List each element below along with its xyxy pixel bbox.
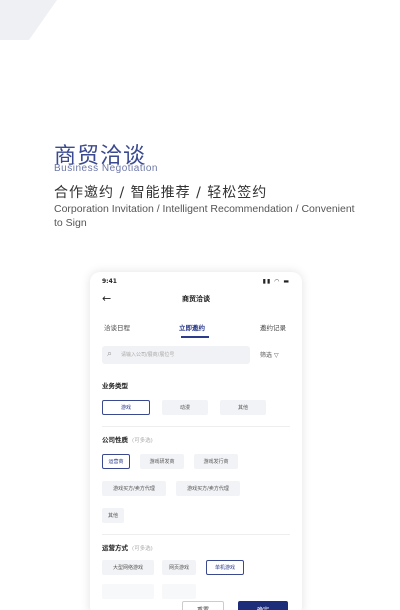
corner-decoration [0, 0, 72, 40]
chip-anime[interactable]: 动漫 [162, 400, 208, 415]
funnel-icon: ▽ [273, 352, 279, 359]
hero-tagline: 合作邀约 / 智能推荐 / 轻松签约 [54, 185, 268, 201]
tab-schedule[interactable]: 洽谈日程 [104, 322, 130, 332]
multi-select-hint: (可多选) [132, 438, 153, 444]
section-company-nature-title: 公司性质 (可多选) [102, 434, 153, 444]
chip-partial[interactable] [102, 584, 154, 599]
multi-select-hint: (可多选) [132, 546, 153, 552]
chip-partial[interactable] [162, 584, 196, 599]
nav-bar: ← 商贸洽谈 [90, 290, 302, 310]
phone-mockup: 9:41 ▮▮ ◠ ▬ ← 商贸洽谈 洽谈日程 立即邀约 邀约记录 ⌕ 请输入公… [90, 272, 302, 610]
chip-operator[interactable]: 运营商 [102, 454, 130, 469]
section-company-nature-label: 公司性质 [102, 436, 128, 444]
chip-game-developer[interactable]: 游戏研发商 [140, 454, 184, 469]
hero-description: Corporation Invitation / Intelligent Rec… [54, 203, 355, 229]
chip-agent-2[interactable]: 游戏买方/卖方代理 [176, 481, 240, 496]
divider [102, 426, 290, 427]
section-operation-mode-label: 运营方式 [102, 544, 128, 552]
tab-invite-now[interactable]: 立即邀约 [179, 322, 205, 332]
chip-game-publisher[interactable]: 游戏发行商 [194, 454, 238, 469]
status-icons: ▮▮ ◠ ▬ [262, 278, 290, 285]
reset-button[interactable]: 重置 [182, 601, 224, 610]
chip-standalone[interactable]: 单机游戏 [206, 560, 244, 575]
search-placeholder: 请输入公司/展商/展位号 [121, 352, 175, 358]
filter-label: 筛选 [260, 352, 273, 359]
status-time: 9:41 [102, 278, 117, 285]
confirm-button[interactable]: 确定 [238, 601, 288, 610]
tab-invite-records[interactable]: 邀约记录 [260, 322, 286, 332]
chip-web-game[interactable]: 网页游戏 [162, 560, 196, 575]
chip-mmo[interactable]: 大型网络游戏 [102, 560, 154, 575]
chip-game[interactable]: 游戏 [102, 400, 150, 415]
section-business-type-title: 业务类型 [102, 382, 128, 390]
search-icon: ⌕ [107, 349, 113, 359]
hero-title-en: Business Negotiation [54, 163, 158, 174]
status-bar: 9:41 ▮▮ ◠ ▬ [90, 272, 302, 288]
search-input[interactable]: ⌕ 请输入公司/展商/展位号 [102, 346, 250, 364]
chip-nature-other[interactable]: 其他 [102, 508, 124, 523]
chip-other[interactable]: 其他 [220, 400, 266, 415]
divider [102, 534, 290, 535]
nav-title: 商贸洽谈 [182, 295, 210, 303]
section-operation-mode-title: 运营方式 (可多选) [102, 542, 153, 552]
chip-agent-1[interactable]: 游戏买方/卖方代理 [102, 481, 166, 496]
filter-button[interactable]: 筛选 ▽ [260, 350, 279, 359]
active-tab-indicator [181, 336, 209, 338]
tab-bar: 洽谈日程 立即邀约 邀约记录 [90, 320, 302, 338]
